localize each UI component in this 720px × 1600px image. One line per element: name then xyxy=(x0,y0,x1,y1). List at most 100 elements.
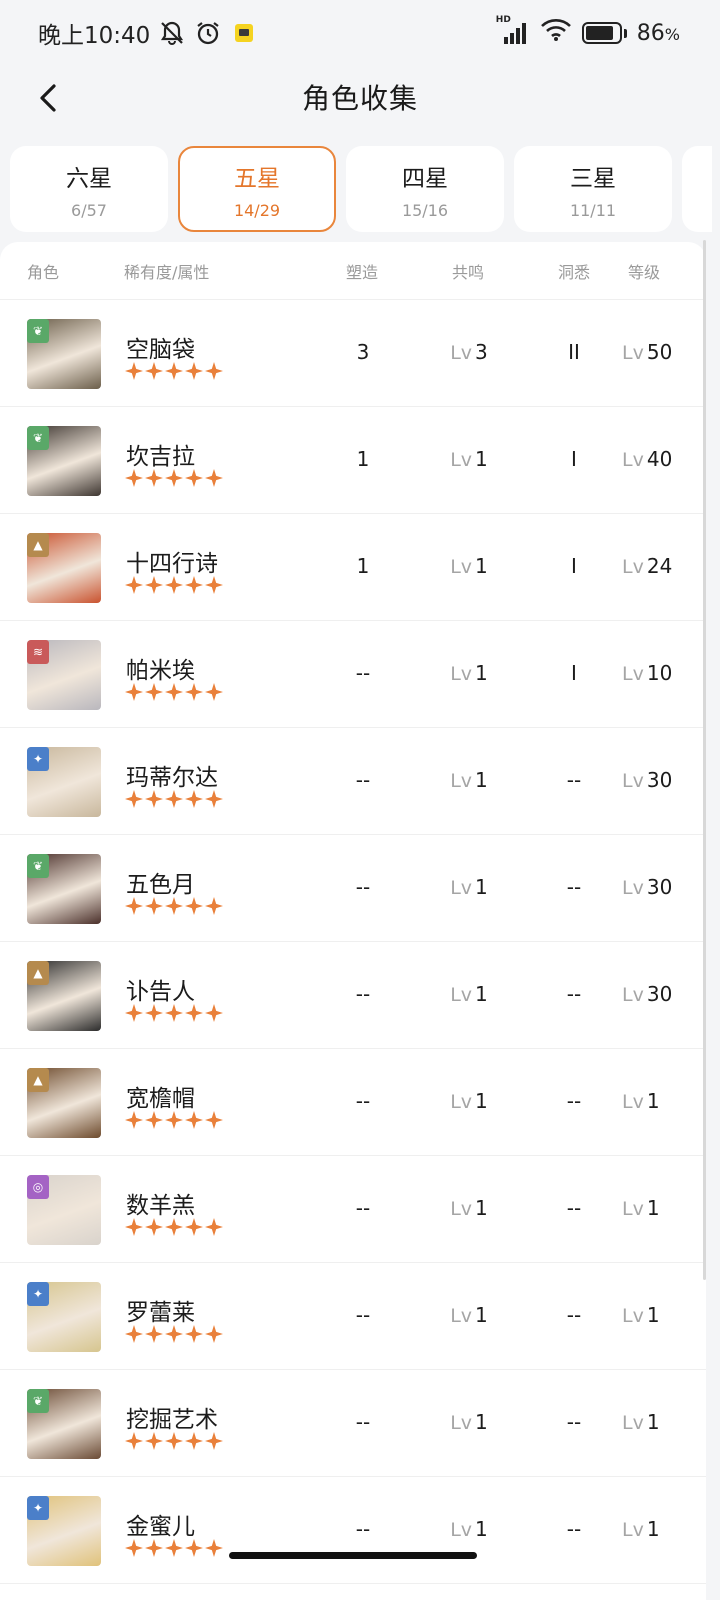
character-name: 帕米埃 xyxy=(126,658,195,684)
suzao-value: 1 xyxy=(356,554,370,578)
star-icon xyxy=(125,1539,143,1557)
star-icon xyxy=(205,683,223,701)
dongxi-value: -- xyxy=(566,982,582,1006)
dongxi-value: -- xyxy=(566,768,582,792)
tab-four-star[interactable]: 四星 15/16 xyxy=(346,146,504,232)
dongxi-value: -- xyxy=(566,1517,582,1541)
column-dongxi[interactable]: 洞悉 xyxy=(558,259,590,283)
character-name: 数羊羔 xyxy=(126,1193,195,1219)
dongxi-value: I xyxy=(571,554,577,578)
character-level: 30 xyxy=(646,768,673,792)
suzao-value: -- xyxy=(355,1303,371,1327)
column-level[interactable]: 等级 xyxy=(628,259,660,283)
character-name: 挖掘艺术 xyxy=(126,1407,218,1433)
suzao-value: 1 xyxy=(356,447,370,471)
character-level: 30 xyxy=(646,875,673,899)
star-icon xyxy=(185,576,203,594)
star-icon xyxy=(145,1004,163,1022)
gongming-level: 1 xyxy=(475,447,488,471)
status-bar-right: HD 86% xyxy=(496,15,680,48)
level-value: Lv 24 xyxy=(622,554,698,578)
gongming-level: 1 xyxy=(475,1196,488,1220)
star-icon xyxy=(205,790,223,808)
gongming-value: Lv 3 xyxy=(438,340,500,364)
level-value: Lv 10 xyxy=(622,661,698,685)
scrollbar[interactable] xyxy=(703,240,706,1280)
character-row[interactable]: ≋ 帕米埃 -- Lv 1 I Lv 10 xyxy=(0,621,706,728)
gongming-value: Lv 1 xyxy=(438,1196,500,1220)
level-value: Lv 1 xyxy=(622,1410,698,1434)
battery-percent: 86% xyxy=(636,20,680,46)
battery-icon xyxy=(581,22,627,44)
character-row[interactable]: ❦ 坎吉拉 1 Lv 1 I Lv 40 xyxy=(0,407,706,514)
star-icon xyxy=(185,897,203,915)
column-role[interactable]: 角色 xyxy=(27,259,59,283)
character-level: 1 xyxy=(646,1196,660,1220)
dongxi-value: I xyxy=(571,447,577,471)
star-icon xyxy=(165,1218,183,1236)
tab-count: 11/11 xyxy=(569,200,617,220)
character-row[interactable]: ❦ 挖掘艺术 -- Lv 1 -- Lv 1 xyxy=(0,1370,706,1477)
character-avatar: ❦ xyxy=(27,426,101,496)
mineral-element-icon: ▲ xyxy=(27,1068,49,1092)
character-row[interactable]: ✦ 玛蒂尔达 -- Lv 1 -- Lv 30 xyxy=(0,728,706,835)
star-icon xyxy=(185,1218,203,1236)
level-value: Lv 40 xyxy=(622,447,698,471)
tab-title: 三星 xyxy=(570,165,616,192)
star-icon xyxy=(205,1325,223,1343)
tab-count: 15/16 xyxy=(401,200,449,220)
level-value: Lv 1 xyxy=(622,1196,698,1220)
star-icon xyxy=(205,897,223,915)
star-icon xyxy=(165,1432,183,1450)
tab-more[interactable] xyxy=(682,146,712,232)
lv-prefix: Lv xyxy=(450,877,473,899)
column-rarity[interactable]: 稀有度/属性 xyxy=(124,259,209,283)
app-notification-icon xyxy=(230,19,258,47)
character-level: 1 xyxy=(646,1517,660,1541)
star-icon xyxy=(185,683,203,701)
character-row[interactable]: ❦ 五色月 -- Lv 1 -- Lv 30 xyxy=(0,835,706,942)
suzao-value: -- xyxy=(355,1517,371,1541)
star-icon xyxy=(165,1539,183,1557)
page-title: 角色收集 xyxy=(301,82,418,115)
lv-prefix: Lv xyxy=(450,984,473,1006)
tab-count: 14/29 xyxy=(233,200,281,220)
column-suzao[interactable]: 塑造 xyxy=(346,259,378,283)
status-bar-left: 晚上10:40 xyxy=(38,16,258,50)
back-button[interactable] xyxy=(28,78,68,118)
lv-prefix: Lv xyxy=(450,449,473,471)
character-row[interactable]: ✦ 金蜜儿 -- Lv 1 -- Lv 1 xyxy=(0,1477,706,1584)
star-icon xyxy=(185,469,203,487)
tab-three-star[interactable]: 三星 11/11 xyxy=(514,146,672,232)
character-avatar: ✦ xyxy=(27,1496,101,1566)
character-row[interactable]: ▲ 讣告人 -- Lv 1 -- Lv 30 xyxy=(0,942,706,1049)
character-row[interactable]: ◎ 数羊羔 -- Lv 1 -- Lv 1 xyxy=(0,1156,706,1263)
character-row[interactable]: ▲ 十四行诗 1 Lv 1 I Lv 24 xyxy=(0,514,706,621)
lv-prefix: Lv xyxy=(450,1412,473,1434)
character-row[interactable]: ✦ 罗蕾莱 -- Lv 1 -- Lv 1 xyxy=(0,1263,706,1370)
plant-element-icon: ❦ xyxy=(27,426,49,450)
star-icon xyxy=(185,1432,203,1450)
character-row[interactable]: ▲ 宽檐帽 -- Lv 1 -- Lv 1 xyxy=(0,1049,706,1156)
star-icon xyxy=(145,1325,163,1343)
lv-prefix: Lv xyxy=(450,1198,473,1220)
star-icon xyxy=(185,1004,203,1022)
rarity-stars xyxy=(125,1539,223,1557)
rarity-stars xyxy=(125,790,223,808)
character-name: 空脑袋 xyxy=(126,337,195,363)
tab-six-star[interactable]: 六星 6/57 xyxy=(10,146,168,232)
star-icon xyxy=(125,1325,143,1343)
home-indicator[interactable] xyxy=(229,1552,477,1559)
gongming-level: 1 xyxy=(475,661,488,685)
character-name: 五色月 xyxy=(126,872,195,898)
star-icon xyxy=(145,683,163,701)
star-icon xyxy=(165,1325,183,1343)
gongming-level: 1 xyxy=(475,875,488,899)
tab-title: 四星 xyxy=(402,165,448,192)
dongxi-value: -- xyxy=(566,1196,582,1220)
column-gongming[interactable]: 共鸣 xyxy=(452,259,484,283)
alarm-icon xyxy=(194,19,222,47)
tab-five-star[interactable]: 五星 14/29 xyxy=(178,146,336,232)
character-row[interactable]: ❦ 空脑袋 3 Lv 3 II Lv 50 xyxy=(0,300,706,407)
character-name: 宽檐帽 xyxy=(126,1086,195,1112)
